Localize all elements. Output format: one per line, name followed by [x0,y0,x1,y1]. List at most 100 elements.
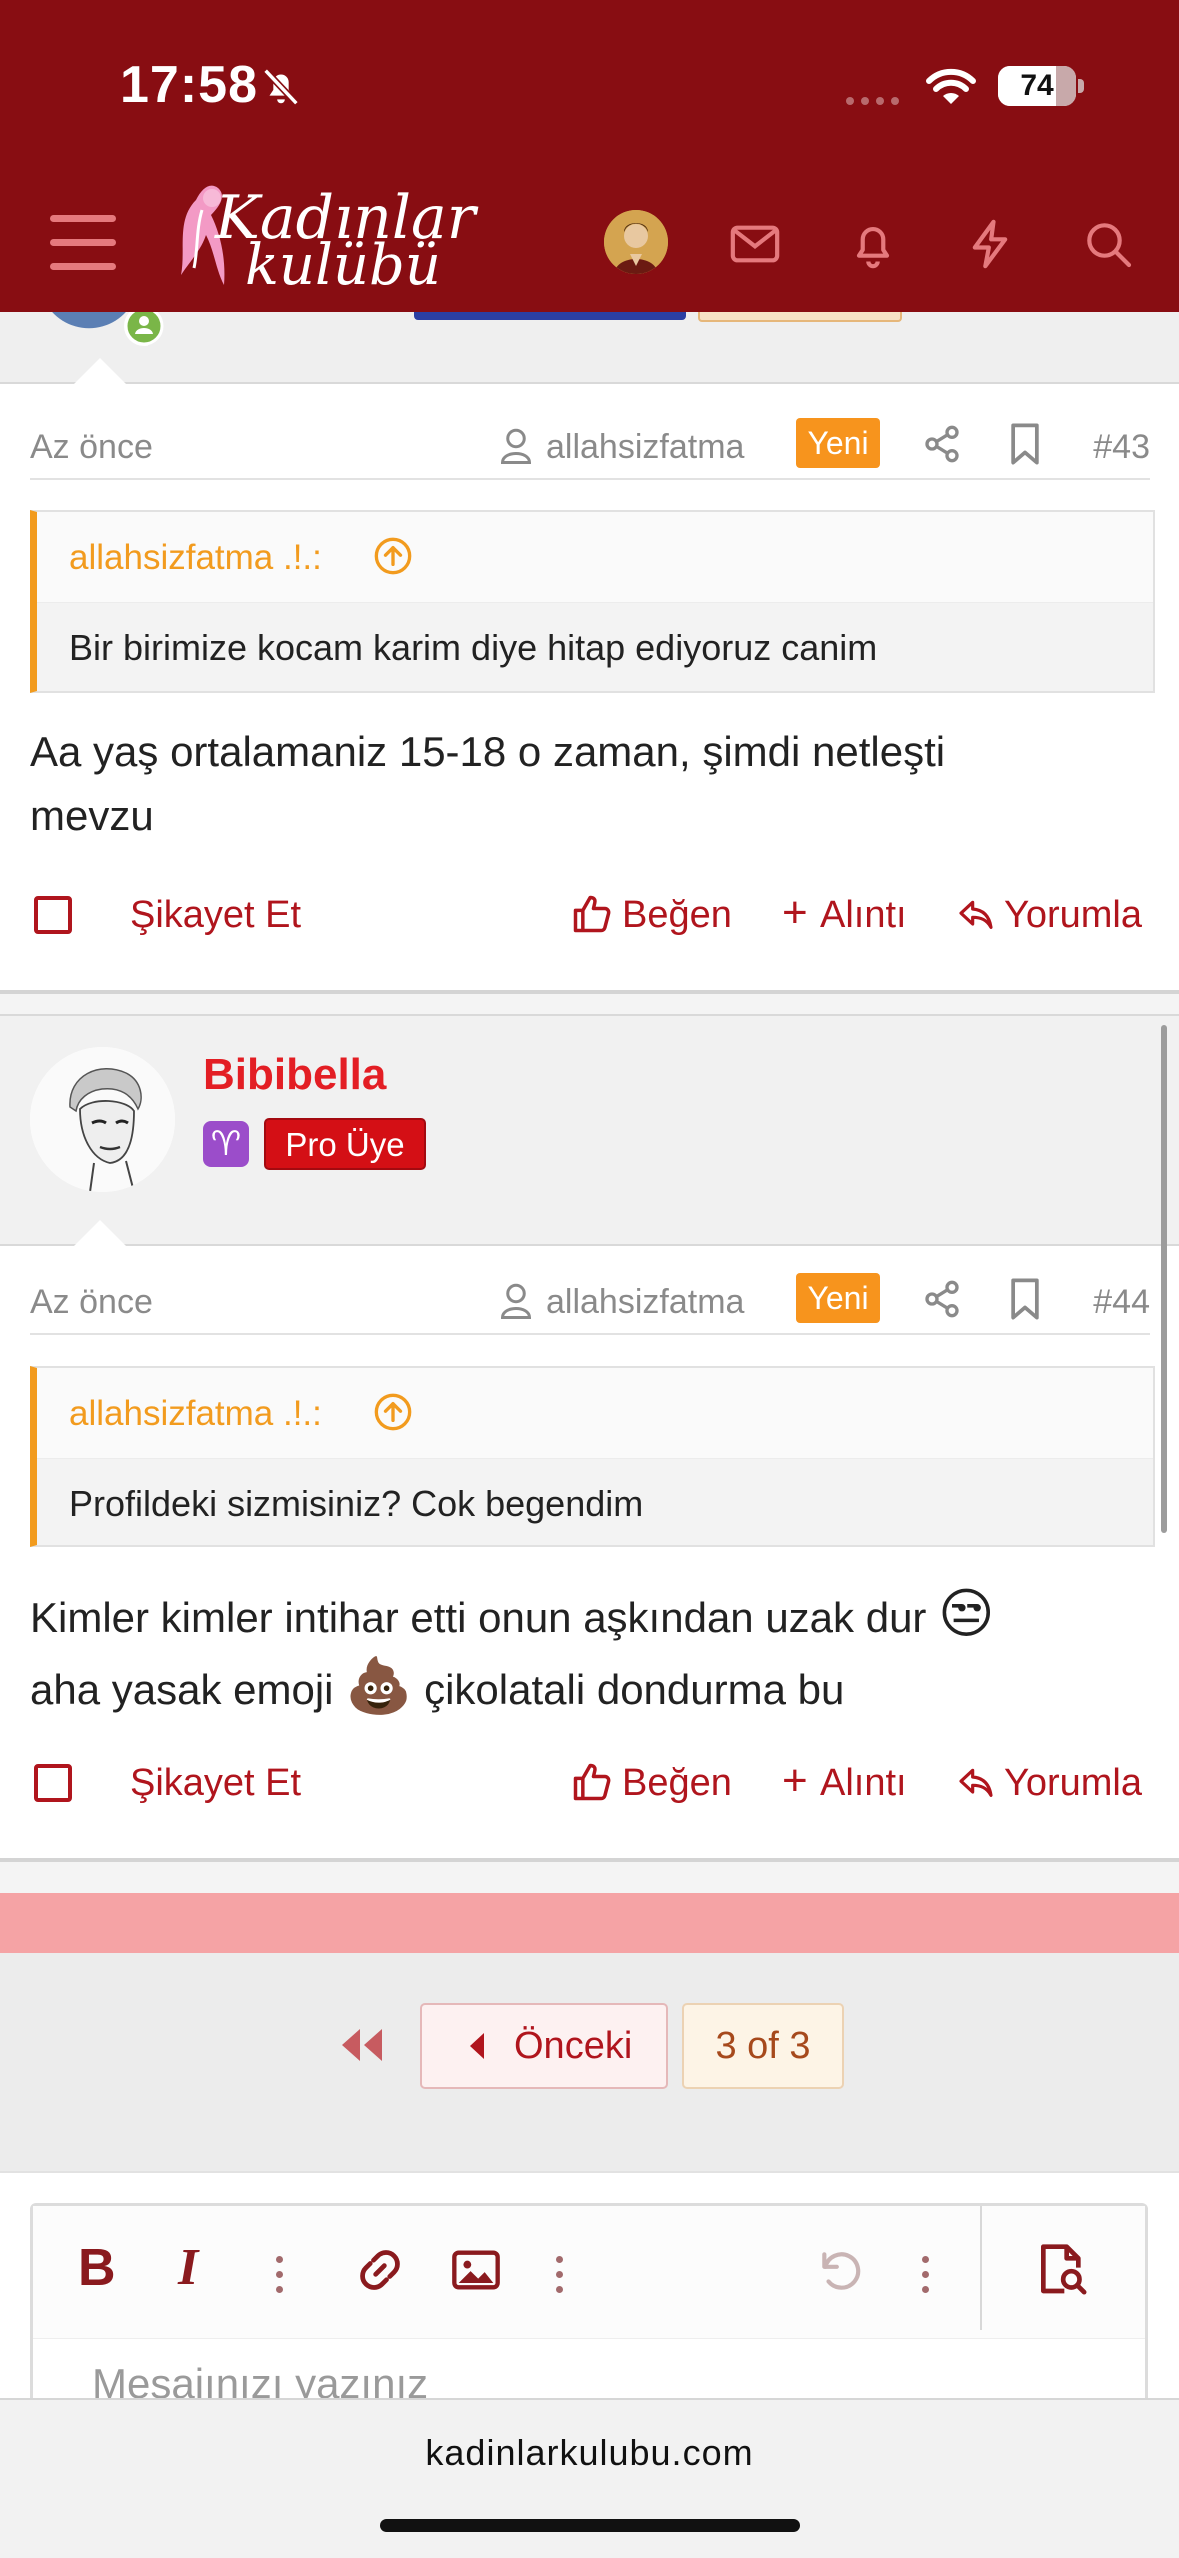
like-button[interactable]: Beğen [622,894,732,937]
post-body: Aa yaş ortalamaniz 15-18 o zaman, şimdi … [30,720,1150,848]
bookmark-icon[interactable] [1008,422,1042,466]
quote-header: allahsizfatma .!.: [37,512,1153,603]
first-page-icon[interactable] [338,2025,386,2065]
bookmark-icon[interactable] [1008,1277,1042,1321]
bold-icon[interactable]: B [78,2238,116,2298]
post-meta: Az önce allahsizfatma Yeni #44 [30,1273,1150,1333]
more-text-options-icon[interactable] [276,2256,284,2301]
poop-emoji: 💩 [345,1656,413,1716]
divider [30,1333,1150,1335]
arrow-up-circle-icon[interactable] [373,536,413,576]
post-body-line: mevzu [30,792,154,839]
post-body-text: çikolatali dondurma bu [424,1666,845,1713]
status-time: 17:58 [120,56,258,114]
post44-avatar[interactable] [30,1047,175,1192]
avatar-image [30,1047,175,1192]
thumbs-up-icon[interactable] [570,1760,614,1804]
cellular-signal-icon [846,97,899,105]
lightning-icon[interactable] [962,216,1018,272]
quote-text: Profildeki sizmisiniz? Cok begendim [37,1459,1153,1545]
reply-icon[interactable] [956,894,996,934]
share-icon[interactable] [922,1279,962,1319]
unamused-emoji: 😒 [938,1584,995,1644]
post43-badge-partial [414,312,686,320]
plus-icon[interactable]: + [782,1756,808,1806]
post-time: Az önce [30,1283,153,1321]
avatar-image [604,210,668,274]
post-time: Az önce [30,428,153,466]
post-number[interactable]: #43 [1093,428,1150,467]
post43-user-block [0,312,1179,382]
online-status-icon [124,306,164,346]
battery-percent: 74 [1020,69,1054,102]
arrow-up-circle-icon[interactable] [373,1392,413,1432]
mention-user[interactable]: allahsizfatma [546,428,744,467]
post-actions: Şikayet Et Beğen + Alıntı Yorumla [30,888,1150,948]
search-icon[interactable] [1080,216,1136,272]
post-body-line: Aa yaş ortalamaniz 15-18 o zaman, şimdi … [30,728,946,775]
rank-badge: Pro Üye [264,1118,426,1170]
reply-icon[interactable] [956,1762,996,1802]
previous-page-label: Önceki [514,2025,633,2067]
previous-page-button[interactable]: Önceki [420,2003,668,2089]
post-meta: Az önce allahsizfatma Yeni #43 [30,418,1150,478]
more-insert-options-icon[interactable] [556,2256,564,2301]
wifi-icon [926,68,976,104]
share-icon[interactable] [922,424,962,464]
quote-block: allahsizfatma .!.: Profildeki sizmisiniz… [30,1366,1155,1547]
divider [0,1244,1179,1246]
zodiac-badge: ♈ [203,1121,249,1167]
caret-left-icon [470,2033,484,2059]
select-checkbox[interactable] [34,1764,72,1802]
reply-button[interactable]: Yorumla [1004,894,1142,937]
preview-icon[interactable] [1034,2242,1090,2298]
quote-author[interactable]: allahsizfatma .!.: [69,538,322,578]
user-icon [500,1283,532,1319]
pink-divider-bar [0,1893,1179,1953]
scrollbar[interactable] [1161,1025,1167,1533]
post-actions: Şikayet Et Beğen + Alıntı Yorumla [30,1756,1150,1816]
select-checkbox[interactable] [34,896,72,934]
post44-username[interactable]: Bibibella [203,1050,386,1100]
quote-header: allahsizfatma .!.: [37,1368,1153,1459]
bell-icon[interactable] [845,216,901,272]
post-number[interactable]: #44 [1093,1283,1150,1322]
post-body-line: aha yasak emoji 💩 çikolatali dondurma bu [30,1652,1150,1724]
editor-toolbar [33,2206,1145,2339]
link-icon[interactable] [354,2244,406,2296]
mention-user[interactable]: allahsizfatma [546,1283,744,1322]
browser-address-bar[interactable] [0,2398,1179,2558]
user-avatar[interactable] [604,210,668,274]
thumbs-up-icon[interactable] [570,892,614,936]
report-button[interactable]: Şikayet Et [130,894,301,937]
post43-badge2-partial [698,312,902,322]
home-indicator [380,2519,800,2532]
speech-notch [74,1220,126,1246]
mail-icon[interactable] [727,216,783,272]
post-body-text: aha yasak emoji [30,1666,334,1713]
plus-icon[interactable]: + [782,888,808,938]
new-badge: Yeni [796,1273,880,1323]
reply-button[interactable]: Yorumla [1004,1762,1142,1805]
post-body-text: Kimler kimler intihar etti onun aşkından… [30,1594,927,1641]
page-indicator[interactable]: 3 of 3 [682,2003,844,2089]
speech-notch [74,358,126,384]
like-button[interactable]: Beğen [622,1762,732,1805]
menu-icon[interactable] [50,215,116,271]
quote-author[interactable]: allahsizfatma .!.: [69,1394,322,1434]
post-gap [0,994,1179,1014]
quote-button[interactable]: Alıntı [820,1762,907,1805]
quote-button[interactable]: Alıntı [820,894,907,937]
new-badge: Yeni [796,418,880,468]
post-gap [0,1862,1179,1893]
quote-block: allahsizfatma .!.: Bir birimize kocam ka… [30,510,1155,693]
url-text[interactable]: kadinlarkulubu.com [0,2432,1179,2474]
undo-icon[interactable] [816,2246,866,2296]
italic-icon[interactable]: I [178,2238,198,2297]
more-edit-options-icon[interactable] [922,2256,930,2301]
post-body: Kimler kimler intihar etti onun aşkından… [30,1580,1150,1724]
divider [0,382,1179,384]
post-body-line: Kimler kimler intihar etti onun aşkından… [30,1580,1150,1652]
image-icon[interactable] [450,2246,502,2294]
report-button[interactable]: Şikayet Et [130,1762,301,1805]
